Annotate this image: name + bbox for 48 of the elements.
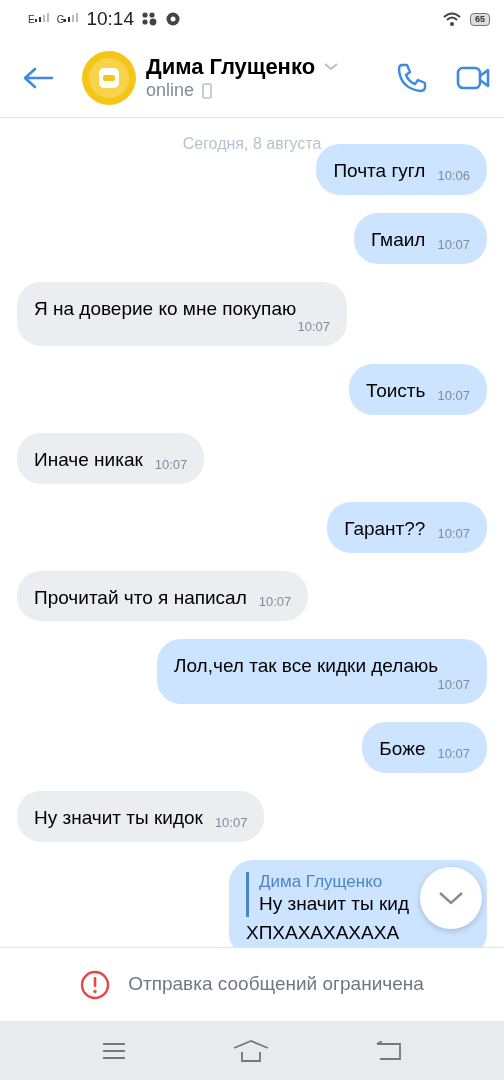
warning-icon	[80, 969, 111, 1000]
message-time: 10:07	[257, 595, 292, 610]
battery: 65	[470, 12, 490, 26]
message-text: Прочитай что я написал	[34, 585, 247, 610]
back-icon[interactable]	[22, 65, 54, 90]
contact-name[interactable]: Дима Глущенко	[146, 53, 316, 80]
chevron-down-icon[interactable]	[323, 61, 340, 72]
message-text: Гарант??	[344, 516, 426, 541]
menu-icon[interactable]	[101, 1041, 126, 1060]
quote-author: Дима Глущенко	[259, 871, 384, 892]
signal-icon	[64, 11, 79, 22]
message-time: 10:07	[436, 237, 470, 252]
message-text: Почта гугл	[333, 159, 426, 183]
phone-device-icon	[202, 82, 213, 99]
message-time: 10:07	[153, 457, 188, 472]
quoted-message[interactable]: Дима Глущенко Ну значит ты кид	[246, 871, 409, 917]
phone-icon[interactable]	[396, 61, 428, 94]
date-divider: Сегодня, 8 августа	[181, 134, 323, 154]
chevron-down-icon	[438, 890, 464, 906]
message-time: 10:07	[296, 320, 330, 335]
message-time: 10:07	[436, 389, 470, 403]
message-time: 10:06	[436, 168, 470, 183]
signal-icon	[34, 11, 49, 22]
network-type: E	[28, 12, 35, 27]
back-icon[interactable]	[376, 1040, 403, 1061]
message-text: Боже	[379, 737, 426, 761]
message-text: Лол,чел так все кидки делаюь	[174, 654, 439, 678]
message-text: Ну значит ты кидок	[34, 805, 203, 830]
message-time: 10:07	[213, 815, 248, 830]
message-text: Я на доверие ко мне покупаю	[34, 296, 297, 321]
message-text: Иначе никак	[34, 448, 143, 472]
message-time: 10:07	[436, 526, 470, 541]
message-text: ХПХАХАХАХАХА	[246, 920, 401, 945]
dots-icon	[142, 12, 158, 26]
quote-text: Ну значит ты кид	[259, 891, 409, 916]
restriction-notice: Отправка сообщений ограничена	[128, 972, 424, 997]
message-text: Тоисть	[366, 379, 426, 403]
message-time: 10:07	[436, 678, 470, 692]
avatar	[82, 50, 136, 105]
online-status: online	[146, 79, 195, 102]
network-type: G	[56, 12, 65, 27]
browser-icon	[166, 12, 180, 26]
video-call-icon[interactable]	[456, 64, 490, 91]
wifi-icon	[442, 11, 462, 27]
clock: 10:14	[86, 6, 134, 31]
message-time: 10:07	[436, 746, 470, 761]
home-icon[interactable]	[233, 1039, 269, 1062]
message-text: Гмаил	[370, 227, 426, 252]
